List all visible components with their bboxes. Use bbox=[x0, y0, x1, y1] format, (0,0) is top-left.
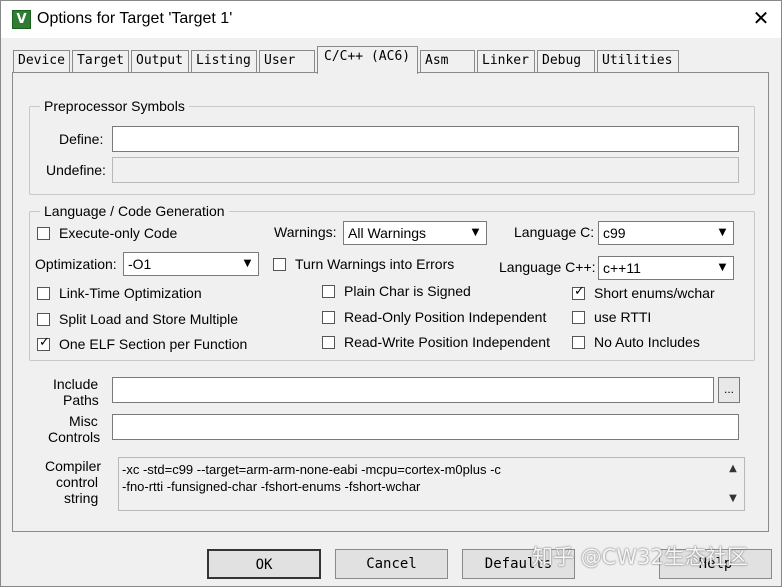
define-label: Define: bbox=[59, 131, 104, 147]
language-cpp-value: c++11 bbox=[603, 260, 641, 276]
chevron-down-icon: ▼ bbox=[238, 254, 257, 274]
tab-utilities[interactable]: Utilities bbox=[597, 50, 679, 72]
include-paths-field[interactable] bbox=[112, 377, 714, 403]
undefine-field[interactable] bbox=[112, 157, 739, 183]
scroll-down-icon[interactable]: ▼ bbox=[727, 493, 739, 504]
preprocessor-group-label: Preprocessor Symbols bbox=[40, 98, 189, 114]
warnings-select[interactable]: All Warnings ▼ bbox=[343, 221, 487, 245]
language-c-select[interactable]: c99 ▼ bbox=[598, 221, 734, 245]
execute-only-label: Execute-only Code bbox=[59, 225, 178, 241]
language-c-label: Language C: bbox=[514, 224, 595, 240]
ro-position-independent-checkbox[interactable] bbox=[322, 311, 335, 324]
options-dialog: V Options for Target 'Target 1' ✕ Device… bbox=[0, 0, 782, 587]
misc-controls-label-line1: Misc bbox=[69, 413, 98, 429]
rw-position-independent-checkbox[interactable] bbox=[322, 336, 335, 349]
define-field[interactable] bbox=[112, 126, 739, 152]
ok-button[interactable]: OK bbox=[207, 549, 321, 579]
ro-position-independent-label: Read-Only Position Independent bbox=[344, 309, 547, 325]
close-icon[interactable]: ✕ bbox=[751, 9, 771, 29]
split-load-store-checkbox[interactable] bbox=[37, 313, 50, 326]
tab-user[interactable]: User bbox=[259, 50, 315, 72]
tab-listing[interactable]: Listing bbox=[191, 50, 257, 72]
one-elf-section-label: One ELF Section per Function bbox=[59, 336, 248, 352]
plain-char-signed-checkbox[interactable] bbox=[322, 285, 335, 298]
keil-app-icon: V bbox=[12, 10, 31, 29]
turn-warnings-errors-label: Turn Warnings into Errors bbox=[295, 256, 455, 272]
compiler-control-label-line2: control bbox=[56, 474, 99, 490]
language-cpp-select[interactable]: c++11 ▼ bbox=[598, 256, 734, 280]
optimization-label: Optimization: bbox=[35, 256, 117, 272]
compiler-control-string-box[interactable]: -xc -std=c99 --target=arm-arm-none-eabi … bbox=[118, 457, 745, 511]
chevron-down-icon: ▼ bbox=[466, 223, 485, 243]
checkmark-icon: ✓ bbox=[39, 335, 50, 350]
short-enums-checkbox[interactable]: ✓ bbox=[572, 284, 585, 300]
cancel-button[interactable]: Cancel bbox=[335, 549, 448, 579]
tab-target[interactable]: Target bbox=[72, 50, 129, 72]
tab-asm[interactable]: Asm bbox=[420, 50, 475, 72]
language-cpp-label: Language C++: bbox=[499, 259, 596, 275]
browse-include-paths-button[interactable]: ... bbox=[718, 377, 740, 403]
title-bar: V Options for Target 'Target 1' ✕ bbox=[1, 1, 781, 38]
use-rtti-label: use RTTI bbox=[594, 309, 652, 325]
split-load-store-label: Split Load and Store Multiple bbox=[59, 311, 238, 327]
chevron-down-icon: ▼ bbox=[713, 258, 732, 278]
scroll-up-icon[interactable]: ▲ bbox=[727, 463, 739, 474]
warnings-label: Warnings: bbox=[274, 224, 337, 240]
include-paths-label-line1: Include bbox=[53, 376, 99, 392]
compiler-control-label-line1: Compiler bbox=[45, 458, 102, 474]
watermark: 知乎 @CW32生态社区 bbox=[532, 545, 748, 569]
warnings-value: All Warnings bbox=[348, 225, 427, 241]
optimization-value: -O1 bbox=[128, 256, 152, 272]
rw-position-independent-label: Read-Write Position Independent bbox=[344, 334, 550, 350]
codegen-group-label: Language / Code Generation bbox=[40, 203, 229, 219]
execute-only-checkbox[interactable] bbox=[37, 227, 50, 240]
tab-linker[interactable]: Linker bbox=[477, 50, 535, 72]
use-rtti-checkbox[interactable] bbox=[572, 311, 585, 324]
misc-controls-label-line2: Controls bbox=[48, 429, 101, 445]
language-c-value: c99 bbox=[603, 225, 626, 241]
plain-char-signed-label: Plain Char is Signed bbox=[344, 283, 471, 299]
tab-panel-c-cpp: Preprocessor Symbols Define: Undefine: L… bbox=[12, 72, 769, 532]
optimization-select[interactable]: -O1 ▼ bbox=[123, 252, 259, 276]
compiler-control-line-1: -xc -std=c99 --target=arm-arm-none-eabi … bbox=[122, 462, 501, 477]
undefine-label: Undefine: bbox=[46, 162, 106, 178]
one-elf-section-checkbox[interactable]: ✓ bbox=[37, 335, 50, 351]
tab-c-cpp-ac6[interactable]: C/C++ (AC6) bbox=[317, 46, 418, 74]
compiler-control-label-line3: string bbox=[64, 490, 99, 506]
short-enums-label: Short enums/wchar bbox=[594, 285, 715, 301]
misc-controls-field[interactable] bbox=[112, 414, 739, 440]
no-auto-includes-label: No Auto Includes bbox=[594, 334, 700, 350]
include-paths-label-line2: Paths bbox=[63, 392, 99, 408]
link-time-opt-label: Link-Time Optimization bbox=[59, 285, 202, 301]
tab-debug[interactable]: Debug bbox=[537, 50, 595, 72]
tab-output[interactable]: Output bbox=[131, 50, 189, 72]
compiler-control-line-2: -fno-rtti -funsigned-char -fshort-enums … bbox=[122, 479, 421, 494]
no-auto-includes-checkbox[interactable] bbox=[572, 336, 585, 349]
link-time-opt-checkbox[interactable] bbox=[37, 287, 50, 300]
tab-device[interactable]: Device bbox=[13, 50, 70, 72]
turn-warnings-errors-checkbox[interactable] bbox=[273, 258, 286, 271]
window-title: Options for Target 'Target 1' bbox=[37, 10, 233, 27]
chevron-down-icon: ▼ bbox=[713, 223, 732, 243]
checkmark-icon: ✓ bbox=[574, 284, 585, 299]
